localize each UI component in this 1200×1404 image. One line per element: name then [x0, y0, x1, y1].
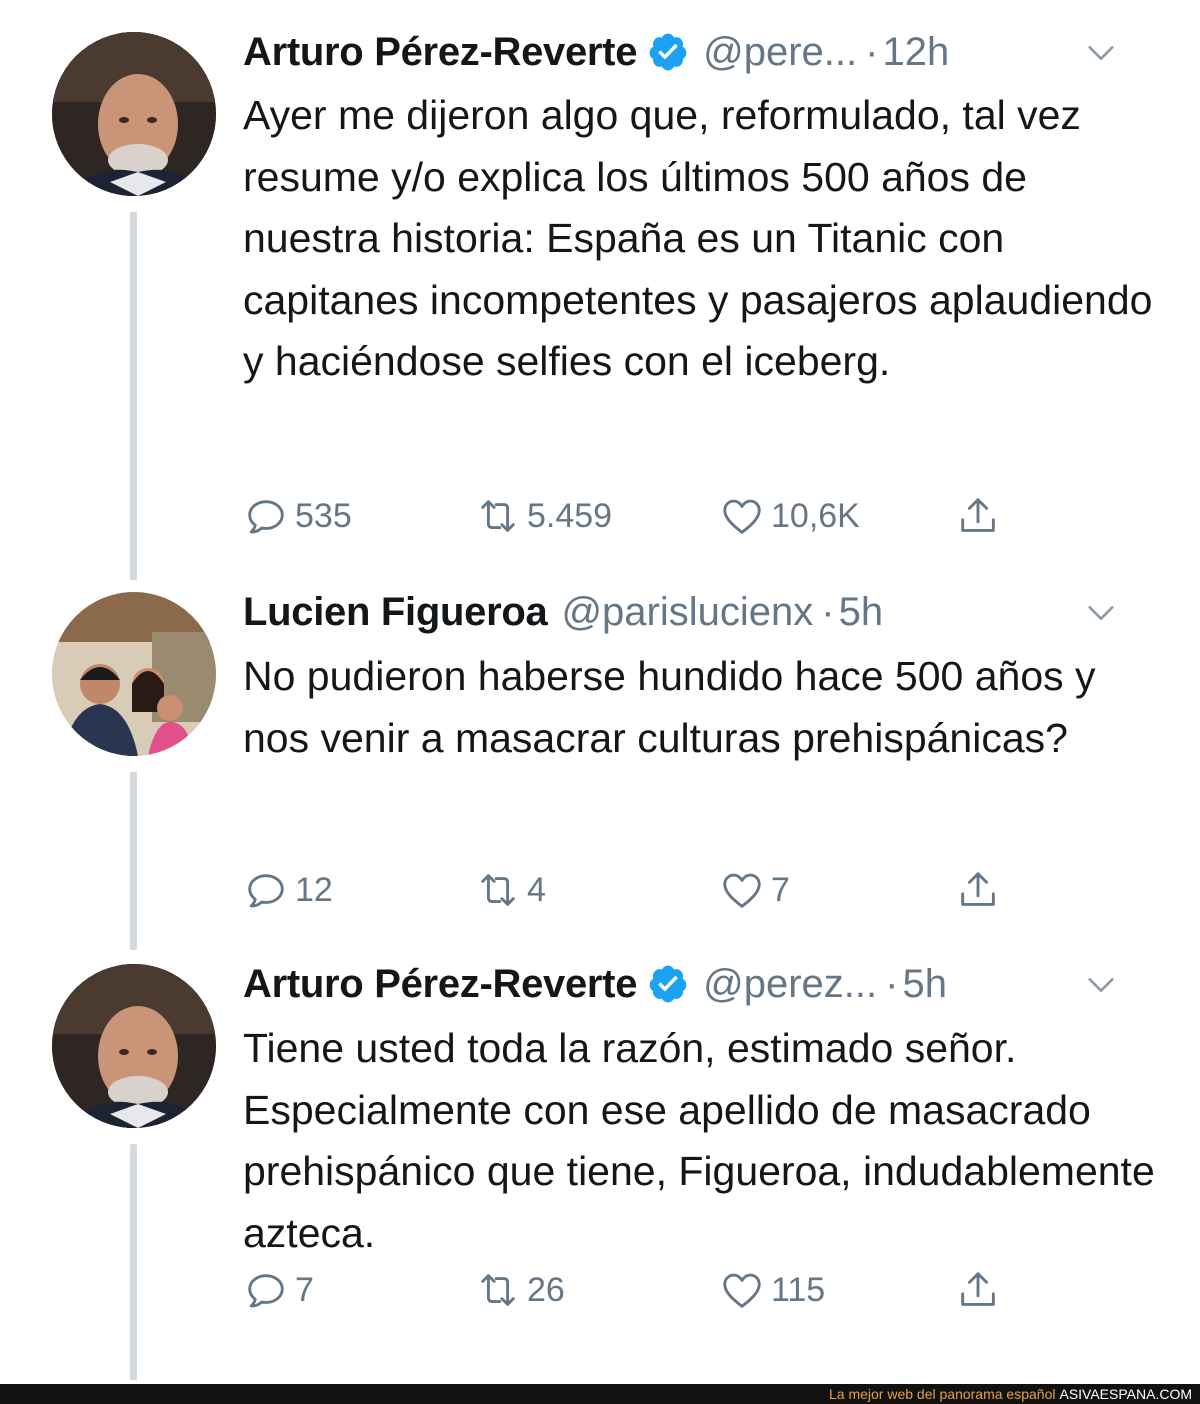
author-handle[interactable]: @parislucienx	[561, 590, 813, 635]
share-icon	[955, 493, 1001, 539]
tweet-actions: 535 5.459 10,6K	[243, 486, 1043, 546]
like-button[interactable]: 115	[719, 1260, 825, 1320]
footer-site-link[interactable]: ASIVAESPANA.COM	[1059, 1386, 1192, 1402]
reply-count: 12	[295, 870, 333, 909]
chevron-down-icon[interactable]	[1084, 596, 1118, 630]
heart-icon	[719, 1267, 765, 1313]
author-handle[interactable]: @pere...	[703, 30, 857, 75]
author-name[interactable]: Arturo Pérez-Reverte	[243, 30, 637, 75]
avatar[interactable]	[52, 592, 216, 756]
timestamp[interactable]: 5h	[839, 590, 884, 635]
retweet-icon	[475, 493, 521, 539]
avatar[interactable]	[52, 32, 216, 196]
reply-button[interactable]: 535	[243, 486, 352, 546]
timestamp[interactable]: 5h	[902, 962, 947, 1007]
author-handle[interactable]: @perez...	[703, 962, 877, 1007]
reply-icon	[243, 867, 289, 913]
thread-line	[130, 772, 137, 950]
heart-icon	[719, 867, 765, 913]
separator-dot: ·	[821, 589, 835, 634]
retweet-icon	[475, 867, 521, 913]
tweet-text: Tiene usted toda la razón, estimado seño…	[243, 1025, 1155, 1256]
like-count: 10,6K	[771, 496, 860, 535]
separator-dot: ·	[865, 29, 879, 74]
tweet-2[interactable]: Lucien Figueroa @parislucienx · 5h No pu…	[0, 580, 1200, 950]
separator-dot: ·	[885, 961, 899, 1006]
retweet-button[interactable]: 5.459	[475, 486, 612, 546]
watermark-footer: La mejor web del panorama español ASIVAE…	[0, 1384, 1200, 1404]
retweet-button[interactable]: 4	[475, 860, 546, 920]
tweet-text: No pudieron haberse hundido hace 500 año…	[243, 653, 1096, 761]
avatar[interactable]	[52, 964, 216, 1128]
reply-icon	[243, 493, 289, 539]
tweet-3[interactable]: Arturo Pérez-Reverte @perez... · 5h Tien…	[0, 950, 1200, 1380]
thread-line	[130, 1144, 137, 1380]
retweet-count: 26	[527, 1270, 565, 1309]
reply-button[interactable]: 12	[243, 860, 333, 920]
verified-badge-icon	[647, 31, 689, 73]
share-icon	[955, 867, 1001, 913]
thread-line	[130, 212, 137, 580]
reply-count: 7	[295, 1270, 314, 1309]
like-button[interactable]: 10,6K	[719, 486, 860, 546]
share-button[interactable]	[955, 860, 1001, 920]
reply-button[interactable]: 7	[243, 1260, 314, 1320]
tweet-actions: 12 4 7	[243, 860, 1043, 920]
author-name[interactable]: Lucien Figueroa	[243, 590, 548, 635]
tweet-text: Ayer me dijeron algo que, reformulado, t…	[243, 92, 1153, 384]
like-count: 115	[771, 1270, 826, 1309]
retweet-icon	[475, 1267, 521, 1313]
heart-icon	[719, 493, 765, 539]
retweet-count: 5.459	[527, 496, 613, 535]
chevron-down-icon[interactable]	[1084, 968, 1118, 1002]
verified-badge-icon	[647, 963, 689, 1005]
footer-tagline: La mejor web del panorama español	[829, 1386, 1056, 1402]
tweet-header: Arturo Pérez-Reverte @perez... · 5h	[243, 954, 1160, 1014]
chevron-down-icon[interactable]	[1084, 36, 1118, 70]
reply-icon	[243, 1267, 289, 1313]
share-button[interactable]	[955, 1260, 1001, 1320]
tweet-header: Lucien Figueroa @parislucienx · 5h	[243, 582, 1160, 642]
tweet-header: Arturo Pérez-Reverte @pere... · 12h	[243, 22, 1160, 82]
timestamp[interactable]: 12h	[882, 30, 949, 75]
retweet-count: 4	[527, 870, 546, 909]
retweet-button[interactable]: 26	[475, 1260, 565, 1320]
tweet-1[interactable]: Arturo Pérez-Reverte @pere... · 12h Ayer…	[0, 0, 1200, 580]
share-button[interactable]	[955, 486, 1001, 546]
tweet-actions: 7 26 115	[243, 1260, 1043, 1320]
reply-count: 535	[295, 496, 352, 535]
author-name[interactable]: Arturo Pérez-Reverte	[243, 962, 637, 1007]
like-button[interactable]: 7	[719, 860, 790, 920]
like-count: 7	[771, 870, 790, 909]
share-icon	[955, 1267, 1001, 1313]
